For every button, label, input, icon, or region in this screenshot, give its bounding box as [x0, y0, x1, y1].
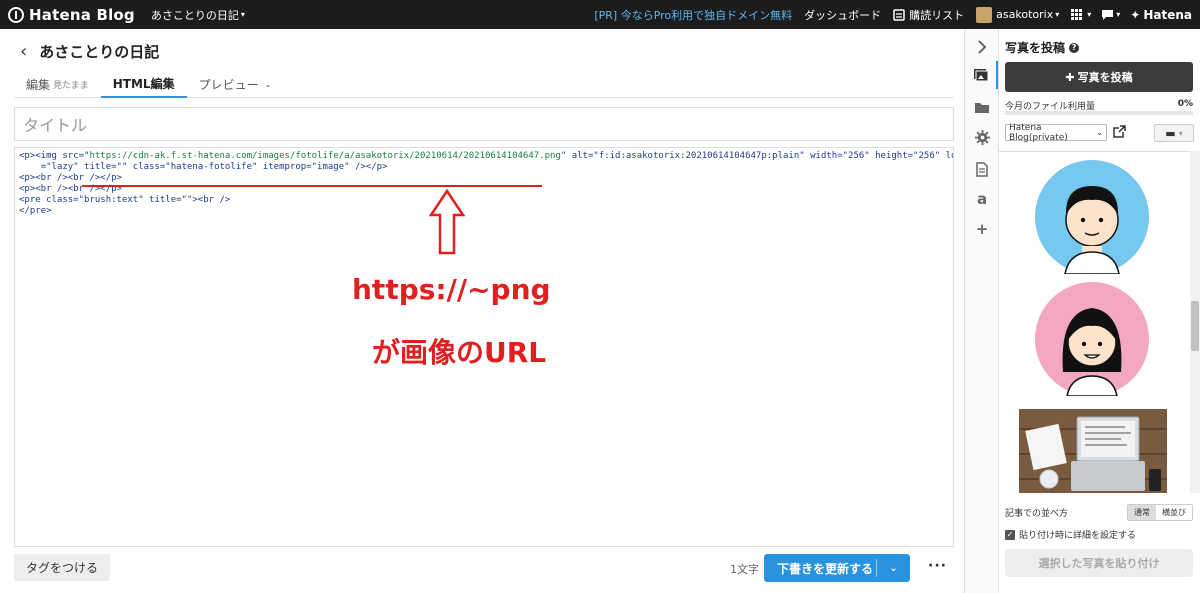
tab-html-edit[interactable]: HTML編集: [100, 71, 187, 98]
hatena-label: Hatena: [1143, 7, 1192, 22]
sort-row: 記事での並べ方 通常 横並び: [1005, 503, 1193, 521]
photo-thumbnail-laptop-desk[interactable]: [1019, 409, 1167, 493]
photo-panel: 写真を投稿 ? ✚ 写真を投稿 今月のファイル利用量 0% Hatena Blo…: [998, 29, 1200, 593]
tab-label: HTML編集: [112, 77, 175, 91]
code-line: <p><br /><br /></p>: [19, 173, 122, 183]
sort-horizontal-button[interactable]: 横並び: [1156, 504, 1192, 520]
detail-setting-label: 貼り付け時に詳細を設定する: [1019, 531, 1137, 541]
editor-area: ‹ あさことりの日記 編集 見たまま HTML編集 プレビュー ⌄ タイトル <…: [0, 29, 964, 593]
update-draft-button[interactable]: 下書きを更新する ⌄: [764, 554, 910, 582]
code-line: ="lazy" title="" class="hatena-fotolife"…: [19, 162, 949, 173]
hatena-blog-logo-icon: [8, 6, 24, 23]
photo-upload-icon[interactable]: [965, 61, 999, 89]
page-title: あさことりの日記: [39, 43, 160, 61]
panel-title-text: 写真を投稿: [1005, 41, 1066, 55]
arrow-up-icon: [429, 189, 465, 255]
detail-setting-row[interactable]: ✓ 貼り付け時に詳細を設定する: [1005, 528, 1136, 541]
tab-label: プレビュー: [198, 78, 259, 92]
folder-icon[interactable]: [965, 93, 999, 121]
code-token: " alt="f:id:asakotorix:20210614104647p:p…: [560, 151, 954, 161]
update-draft-label: 下書きを更新する: [777, 561, 874, 576]
chevron-down-icon: ⌄: [1096, 128, 1103, 137]
reader-link[interactable]: 購読リスト: [893, 7, 964, 23]
hatena-logo-icon: ✦: [1130, 7, 1141, 22]
image-url: https://cdn-ak.f.st-hatena.com/images/fo…: [89, 151, 561, 161]
checkbox-checked-icon[interactable]: ✓: [1005, 529, 1015, 540]
notifications-button[interactable]: ▾: [1101, 9, 1120, 21]
annotation-url-text: https://~png: [352, 273, 551, 306]
list-view-icon: ▬: [1165, 126, 1176, 140]
code-line: </pre>: [19, 206, 52, 216]
external-link-icon[interactable]: [1113, 125, 1126, 138]
post-photo-label: 写真を投稿: [1077, 71, 1133, 84]
hatena-link[interactable]: ✦ Hatena: [1130, 8, 1192, 22]
code-token: <p><img src=": [19, 151, 90, 161]
editor-tabs: 編集 見たまま HTML編集 プレビュー ⌄: [14, 71, 954, 98]
global-header: Hatena Blog あさことりの日記 ▾ [PR] 今ならPro利用で独自ド…: [0, 0, 1200, 29]
logo-text: Hatena Blog: [29, 5, 135, 24]
editor-header: ‹ あさことりの日記: [20, 41, 159, 62]
document-icon[interactable]: [965, 155, 999, 183]
code-line: <p><img src="https://cdn-ak.f.st-hatena.…: [19, 151, 953, 162]
url-underline-annotation: [82, 185, 542, 187]
caret-down-icon: ▾: [240, 10, 245, 19]
tab-sublabel: 見たまま: [53, 81, 89, 91]
hatena-blog-logo[interactable]: Hatena Blog: [8, 6, 135, 24]
editor-footer: タグをつける 1文字 下書きを更新する ⌄ ···: [0, 548, 964, 593]
caret-down-icon: ▾: [1055, 10, 1060, 19]
chevron-down-icon[interactable]: ⌄: [877, 563, 910, 574]
collapse-panel-chevron-icon[interactable]: [965, 33, 999, 61]
annotation-caption: が画像のURL: [372, 336, 547, 369]
dashboard-link[interactable]: ダッシュボード: [804, 7, 881, 23]
tab-wysiwyg[interactable]: 編集 見たまま: [14, 71, 101, 98]
pro-promo-link[interactable]: [PR] 今ならPro利用で独自ドメイン無料: [594, 7, 792, 23]
panel-title: 写真を投稿 ?: [1005, 39, 1080, 56]
apps-menu-button[interactable]: ▾: [1071, 9, 1091, 20]
album-select-value: Hatena Blog(private): [1009, 122, 1068, 143]
amazon-icon[interactable]: a: [965, 185, 999, 213]
sort-label: 記事での並べ方: [1005, 508, 1069, 519]
blog-switcher[interactable]: あさことりの日記 ▾: [151, 7, 245, 23]
chevron-down-icon: ⌄: [264, 80, 272, 89]
file-usage-bar: [1005, 111, 1193, 115]
speech-bubble-icon: [1102, 9, 1114, 20]
tab-label: 編集: [26, 78, 51, 92]
photo-thumbnail-man[interactable]: [1035, 160, 1149, 275]
tab-preview[interactable]: プレビュー ⌄: [187, 71, 284, 98]
album-select[interactable]: Hatena Blog(private) ⌄: [1005, 122, 1107, 143]
user-name: asakotorix: [996, 8, 1054, 21]
photo-thumbnail-woman[interactable]: [1035, 282, 1149, 397]
blog-switcher-label: あさことりの日記: [150, 8, 239, 22]
reader-label: 購読リスト: [909, 8, 965, 22]
caret-down-icon: ▾: [1116, 10, 1121, 19]
avatar: [976, 6, 993, 23]
gear-icon[interactable]: [965, 123, 999, 151]
sidebar-icon-rail: a +: [964, 29, 999, 593]
post-photo-button[interactable]: ✚ 写真を投稿: [1005, 62, 1193, 92]
more-options-icon[interactable]: ···: [928, 558, 947, 574]
code-line: <pre class="brush:text" title=""><br />: [19, 195, 231, 205]
back-chevron-icon[interactable]: ‹: [20, 41, 27, 62]
sort-normal-button[interactable]: 通常: [1128, 504, 1156, 520]
help-icon[interactable]: ?: [1069, 42, 1080, 53]
plus-icon: ✚: [1065, 70, 1075, 84]
paste-selected-button[interactable]: 選択した写真を貼り付け: [1005, 549, 1193, 577]
caret-down-icon: ▾: [1087, 10, 1092, 19]
scroll-thumb[interactable]: [1191, 301, 1199, 351]
add-tags-button[interactable]: タグをつける: [14, 554, 111, 581]
user-menu[interactable]: asakotorix ▾: [976, 6, 1060, 23]
char-count: 1文字: [730, 563, 759, 576]
reader-icon: [893, 8, 905, 21]
title-input[interactable]: タイトル: [14, 107, 954, 141]
caret-down-icon: ▾: [1178, 128, 1183, 138]
photo-list-scrollbar[interactable]: [1190, 151, 1200, 493]
plus-icon[interactable]: +: [965, 215, 999, 243]
sort-toggle: 通常 横並び: [1127, 503, 1193, 521]
grid-icon: [1071, 9, 1083, 20]
view-mode-toggle[interactable]: ▬ ▾: [1154, 124, 1194, 142]
photo-list[interactable]: [999, 151, 1200, 493]
code-token: ="lazy" title="" class="hatena-fotolife"…: [40, 162, 388, 172]
